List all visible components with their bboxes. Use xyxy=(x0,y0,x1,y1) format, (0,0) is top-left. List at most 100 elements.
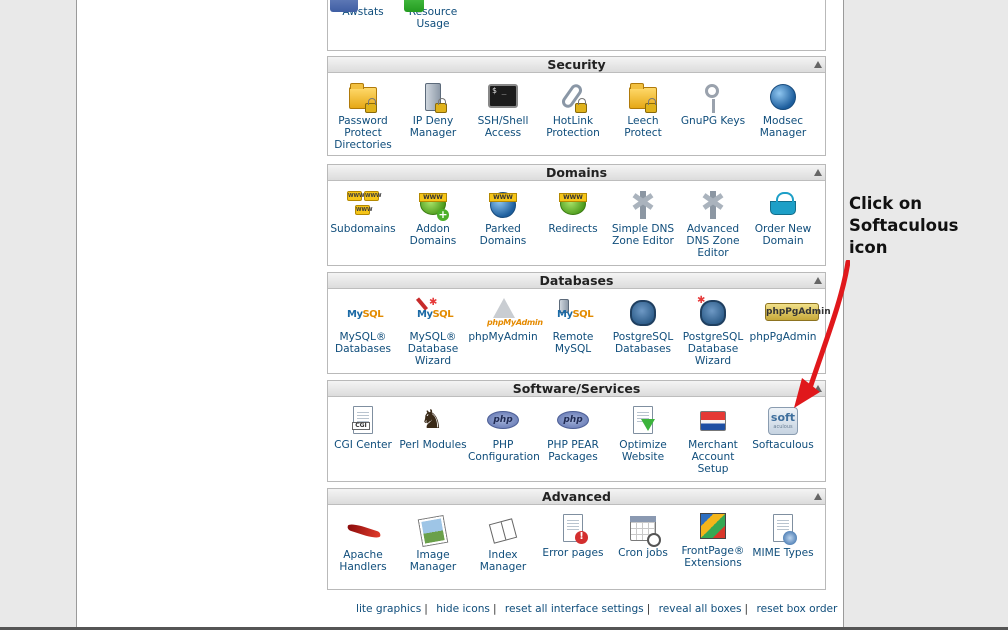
parked-domains-link[interactable]: WWW Parked Domains xyxy=(468,189,538,247)
postgresql-icon xyxy=(627,297,659,329)
ssh-access-link[interactable]: $ _ SSH/Shell Access xyxy=(468,81,538,139)
reset-interface-settings-link[interactable]: reset all interface settings xyxy=(505,603,644,615)
book-icon xyxy=(487,515,519,547)
mysql-wizard-icon: ✱ MySQL xyxy=(415,297,454,320)
optimize-website-link[interactable]: Optimize Website xyxy=(608,405,678,463)
merchant-account-link[interactable]: Merchant Account Setup xyxy=(678,405,748,475)
globe-shield-icon xyxy=(767,81,799,113)
advanced-dns-link[interactable]: Advanced DNS Zone Editor xyxy=(678,189,748,259)
modsec-link[interactable]: Modsec Manager xyxy=(748,81,818,139)
cron-jobs-link[interactable]: Cron jobs xyxy=(608,513,678,559)
ip-deny-link[interactable]: IP Deny Manager xyxy=(398,81,468,139)
section-title: Domains xyxy=(545,165,608,180)
www-parked-icon: WWW xyxy=(487,189,519,221)
phpmyadmin-icon: phpMyAdmin xyxy=(487,297,543,329)
cgi-document-icon: CGI xyxy=(347,405,379,437)
postgresql-wizard-link[interactable]: ✱ PostgreSQL Database Wizard xyxy=(678,295,748,367)
footer-links: lite graphics | hide icons | reset all int… xyxy=(356,603,838,615)
software-services-header[interactable]: Software/Services xyxy=(328,381,825,397)
callout-line: Click on xyxy=(849,194,923,213)
cgi-center-link[interactable]: CGI CGI Center xyxy=(328,405,398,451)
password-protect-link[interactable]: Password Protect Directories xyxy=(328,81,398,151)
annotation-callout: Click on Softaculous icon xyxy=(849,193,999,259)
mysql-wizard-link[interactable]: ✱ MySQL MySQL® Database Wizard xyxy=(398,297,468,367)
index-manager-link[interactable]: Index Manager xyxy=(468,515,538,573)
locked-folder-icon xyxy=(627,81,659,113)
mysql-remote-icon: MySQL xyxy=(557,297,594,329)
php-icon: php xyxy=(557,405,589,437)
calendar-clock-icon xyxy=(627,513,661,547)
postgresql-wizard-icon: ✱ xyxy=(697,295,729,329)
software-items: CGI CGI Center ♞ Perl Modules php PHP Confi… xyxy=(328,397,825,497)
lite-graphics-link[interactable]: lite graphics xyxy=(356,603,421,615)
simple-dns-link[interactable]: Simple DNS Zone Editor xyxy=(608,189,678,247)
feather-icon xyxy=(346,515,382,547)
www-redirect-icon: WWW xyxy=(557,189,589,221)
optimize-document-icon xyxy=(627,405,659,437)
mysql-icon: MySQL xyxy=(347,309,384,320)
software-services-box: Software/Services CGI CGI Center ♞ Perl Mo… xyxy=(327,380,826,482)
security-box: Security Password Protect Directories IP… xyxy=(327,56,826,156)
awstats-link[interactable]: Awstats xyxy=(328,0,398,18)
security-items: Password Protect Directories IP Deny Man… xyxy=(328,73,825,171)
phpmyadmin-link[interactable]: phpMyAdmin phpMyAdmin xyxy=(468,297,543,343)
collapse-toggle-icon[interactable] xyxy=(814,61,822,68)
php-icon: php xyxy=(487,405,519,437)
databases-items: MySQL MySQL® Databases ✱ MySQL MySQL® Datab… xyxy=(328,289,831,389)
reveal-all-boxes-link[interactable]: reveal all boxes xyxy=(659,603,742,615)
keys-icon xyxy=(697,81,729,113)
order-domain-link[interactable]: Order New Domain xyxy=(748,189,818,247)
advanced-items: Apache Handlers Image Manager Index Mana… xyxy=(328,505,825,605)
frontpage-icon xyxy=(697,511,729,543)
camel-icon: ♞ xyxy=(420,405,444,435)
section-title: Software/Services xyxy=(512,381,641,396)
section-title: Advanced xyxy=(542,489,611,504)
remote-mysql-link[interactable]: MySQL Remote MySQL xyxy=(538,297,608,355)
php-configuration-link[interactable]: php PHP Configuration xyxy=(468,405,540,463)
databases-box: Databases MySQL MySQL® Databases ✱ MySQL My… xyxy=(327,272,831,374)
security-header[interactable]: Security xyxy=(328,57,825,73)
mime-document-icon xyxy=(767,513,799,545)
hotlink-link[interactable]: HotLink Protection xyxy=(538,81,608,139)
credit-card-icon xyxy=(697,405,729,437)
image-manager-link[interactable]: Image Manager xyxy=(398,515,468,573)
stats-box-partial: Awstats Resource Usage xyxy=(327,0,826,51)
leech-protect-link[interactable]: Leech Protect xyxy=(608,81,678,139)
gnupg-link[interactable]: GnuPG Keys xyxy=(678,81,748,127)
callout-line: Softaculous xyxy=(849,216,959,235)
collapse-toggle-icon[interactable] xyxy=(814,493,822,500)
section-title: Security xyxy=(547,57,606,72)
mysql-databases-link[interactable]: MySQL MySQL® Databases xyxy=(328,297,398,355)
resource-usage-link[interactable]: Resource Usage xyxy=(398,0,468,30)
stats-items: Awstats Resource Usage xyxy=(328,0,825,50)
mime-types-link[interactable]: MIME Types xyxy=(748,513,818,559)
advanced-header[interactable]: Advanced xyxy=(328,489,825,505)
www-globes-icon: WWW WWW WWW xyxy=(347,191,382,215)
basket-icon xyxy=(767,189,799,221)
frontpage-extensions-link[interactable]: FrontPage® Extensions xyxy=(678,511,748,569)
chain-lock-icon xyxy=(557,81,589,113)
subdomains-link[interactable]: WWW WWW WWW Subdomains xyxy=(328,189,398,235)
error-document-icon: ! xyxy=(557,513,589,545)
hide-icons-link[interactable]: hide icons xyxy=(436,603,490,615)
domains-box: Domains WWW WWW WWW Subdomains WWW + Addon Do… xyxy=(327,164,826,266)
collapse-toggle-icon[interactable] xyxy=(814,169,822,176)
server-lock-icon xyxy=(417,81,449,113)
addon-domains-link[interactable]: WWW + Addon Domains xyxy=(398,189,468,247)
reset-box-order-link[interactable]: reset box order xyxy=(756,603,837,615)
databases-header[interactable]: Databases xyxy=(328,273,825,289)
redirects-link[interactable]: WWW Redirects xyxy=(538,189,608,235)
php-pear-link[interactable]: php PHP PEAR Packages xyxy=(538,405,608,463)
section-title: Databases xyxy=(539,273,614,288)
satellite-icon xyxy=(697,189,729,221)
terminal-icon: $ _ xyxy=(487,81,519,113)
advanced-box: Advanced Apache Handlers Image Manager I… xyxy=(327,488,826,590)
domains-header[interactable]: Domains xyxy=(328,165,825,181)
perl-modules-link[interactable]: ♞ Perl Modules xyxy=(398,405,468,451)
apache-handlers-link[interactable]: Apache Handlers xyxy=(328,515,398,573)
domains-items: WWW WWW WWW Subdomains WWW + Addon Domains WW… xyxy=(328,181,825,281)
error-pages-link[interactable]: ! Error pages xyxy=(538,513,608,559)
postgresql-databases-link[interactable]: PostgreSQL Databases xyxy=(608,297,678,355)
annotation-arrow-icon xyxy=(794,260,850,408)
www-add-icon: WWW + xyxy=(417,189,449,221)
